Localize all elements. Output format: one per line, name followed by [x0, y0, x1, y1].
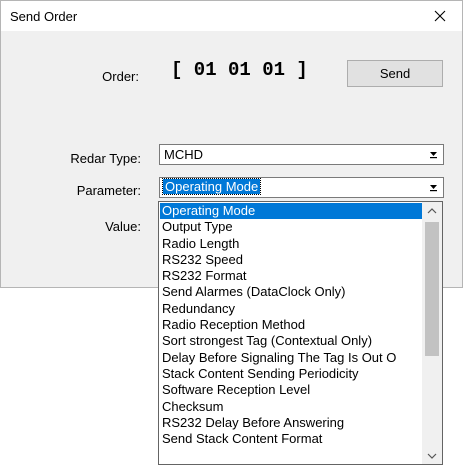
list-item[interactable]: Checksum	[160, 399, 422, 415]
list-item[interactable]: Stack Content Sending Periodicity	[160, 366, 422, 382]
list-item[interactable]: Operating Mode	[160, 203, 422, 220]
list-item[interactable]: Send Stack Content Format	[160, 431, 422, 447]
title-bar: Send Order	[1, 1, 462, 31]
parameter-value: Operating Mode	[161, 178, 262, 195]
parameter-select[interactable]: Operating Mode	[159, 177, 444, 198]
list-item[interactable]: RS232 Speed	[160, 252, 422, 268]
list-item[interactable]: Sort strongest Tag (Contextual Only)	[160, 333, 422, 349]
list-item[interactable]: Software Reception Level	[160, 382, 422, 398]
chevron-up-icon	[427, 207, 437, 213]
dropdown-scrollbar[interactable]	[422, 202, 442, 464]
scroll-up-button[interactable]	[422, 202, 442, 219]
list-item[interactable]: RS232 Delay Before Answering	[160, 415, 422, 431]
dropdown-items: Operating Mode Output Type Radio Length RS2…	[160, 203, 422, 464]
list-item[interactable]: Delay Before Signaling The Tag Is Out O	[160, 350, 422, 366]
list-item[interactable]: Output Type	[160, 219, 422, 235]
list-item[interactable]: Radio Reception Method	[160, 317, 422, 333]
reader-type-label: Redar Type:	[70, 151, 141, 166]
list-item[interactable]: RS232 Format	[160, 268, 422, 284]
reader-type-value: MCHD	[164, 147, 203, 162]
list-item[interactable]: Redundancy	[160, 301, 422, 317]
reader-type-select[interactable]: MCHD	[159, 144, 444, 165]
order-label: Order:	[102, 69, 139, 84]
value-label: Value:	[105, 219, 141, 234]
chevron-down-icon[interactable]	[425, 146, 442, 163]
chevron-down-icon[interactable]	[425, 179, 442, 196]
close-icon	[434, 10, 446, 22]
send-button[interactable]: Send	[347, 60, 443, 87]
parameter-label: Parameter:	[76, 183, 141, 198]
dialog-title: Send Order	[10, 9, 78, 24]
scroll-thumb[interactable]	[425, 222, 439, 356]
list-item[interactable]: Send Alarmes (DataClock Only)	[160, 284, 422, 300]
parameter-dropdown-list[interactable]: Operating Mode Output Type Radio Length RS2…	[158, 201, 443, 465]
scroll-down-button[interactable]	[422, 447, 442, 464]
close-button[interactable]	[418, 1, 462, 31]
list-item[interactable]: Radio Length	[160, 236, 422, 252]
order-value: [ 01 01 01 ]	[171, 59, 308, 81]
chevron-down-icon	[427, 453, 437, 459]
